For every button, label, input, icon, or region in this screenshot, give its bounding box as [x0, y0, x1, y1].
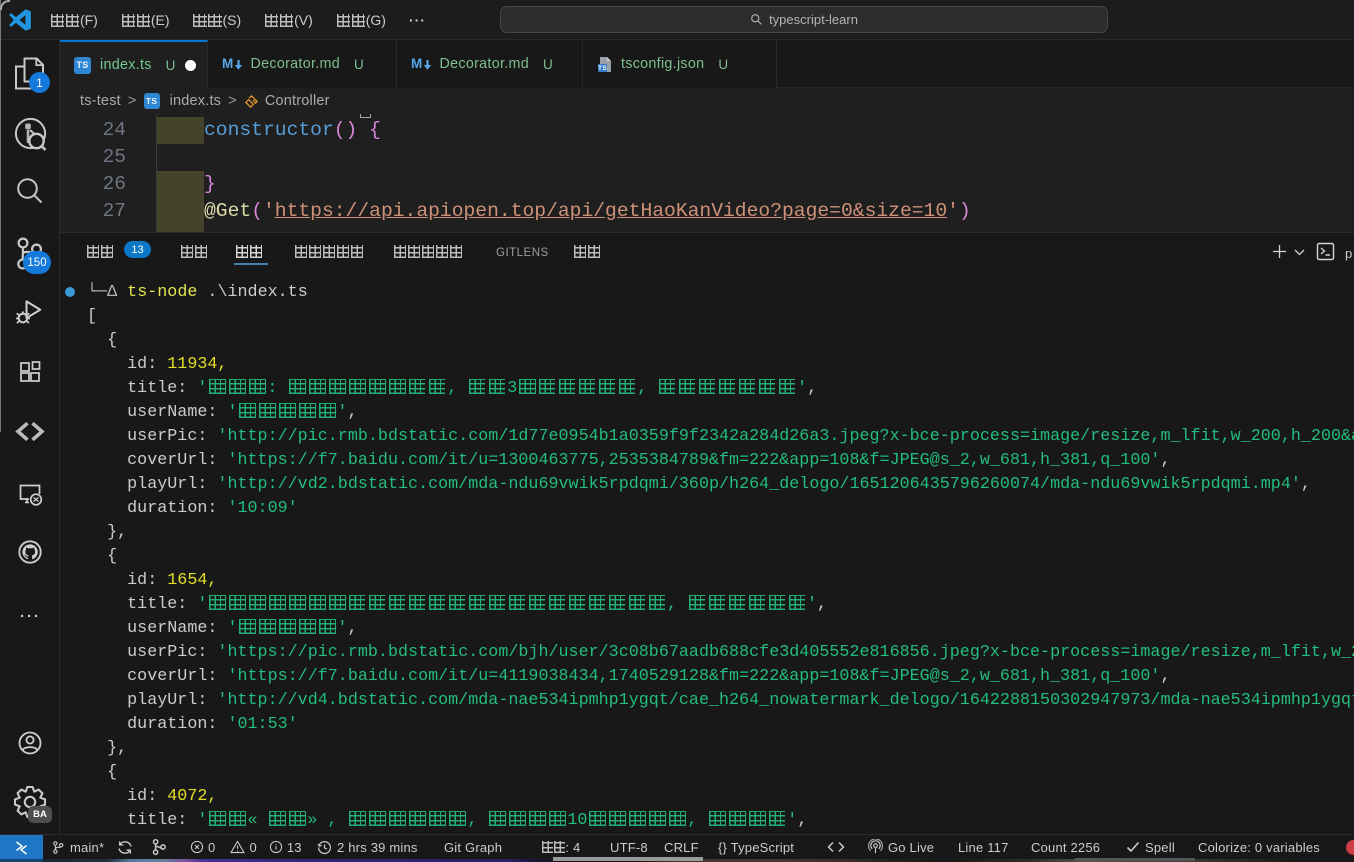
- svg-text:TS: TS: [598, 65, 607, 72]
